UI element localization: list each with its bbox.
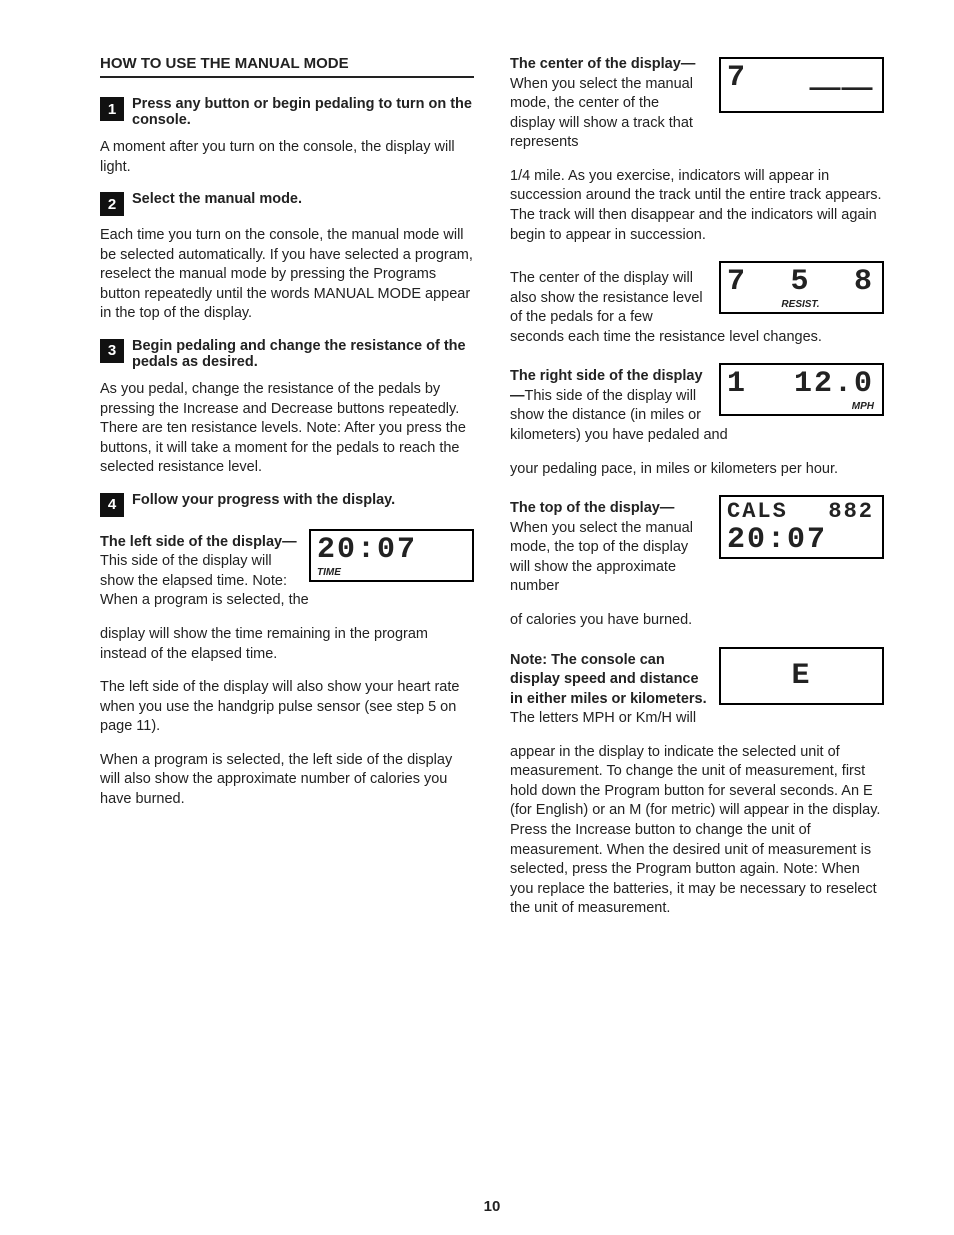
step-title: Select the manual mode. — [132, 191, 302, 207]
step-number-icon: 2 — [100, 192, 124, 216]
left-p2: The left side of the display will also s… — [100, 678, 474, 737]
lcd-cals-value: 882 — [828, 501, 874, 523]
lcd-resist-right: 8 — [854, 267, 874, 297]
lcd-resist-label: RESIST. — [727, 299, 874, 310]
step-text: As you pedal, change the resistance of t… — [100, 380, 474, 478]
lcd-resist-figure: 7 5 8 RESIST. — [719, 261, 884, 314]
step-number-icon: 1 — [100, 97, 124, 121]
step-title: Follow your progress with the display. — [132, 492, 395, 508]
step-title: Press any button or begin pedaling to tu… — [132, 96, 474, 128]
step-number-icon: 4 — [100, 493, 124, 517]
step-2: 2 Select the manual mode. — [100, 191, 474, 216]
left-side-after: display will show the time remaining in … — [100, 625, 474, 664]
left-side-body: This side of the display will show the e… — [100, 553, 309, 608]
lcd-track-right: ⸏⸏ — [810, 63, 874, 93]
lcd-resist-left: 7 — [727, 267, 747, 297]
top-after: of calories you have burned. — [510, 611, 884, 631]
step-number-icon: 3 — [100, 339, 124, 363]
top-lead: The top of the display— — [510, 500, 674, 516]
step-3: 3 Begin pedaling and change the resistan… — [100, 338, 474, 370]
lcd-time-value: 20:07 — [317, 535, 464, 565]
rightside-after: your pedaling pace, in miles or kilomete… — [510, 460, 884, 480]
lcd-time-label: TIME — [317, 567, 464, 578]
lcd-unit-figure: E — [719, 647, 884, 705]
page-number: 10 — [100, 1168, 884, 1235]
lcd-mph-right: 12.0 — [794, 369, 874, 399]
step-4: 4 Follow your progress with the display. — [100, 492, 474, 517]
step-title: Begin pedaling and change the resistance… — [132, 338, 474, 370]
lcd-cals-figure: CALS 882 20:07 — [719, 495, 884, 559]
lcd-track-left: 7 — [727, 63, 747, 93]
lcd-time-figure: 20:07 TIME — [309, 529, 474, 582]
section-heading: HOW TO USE THE MANUAL MODE — [100, 55, 474, 78]
center-lead: The center of the display— — [510, 56, 695, 72]
left-side-lead: The left side of the display— — [100, 534, 297, 550]
step-text: A moment after you turn on the console, … — [100, 138, 474, 177]
note-after: appear in the display to indicate the se… — [510, 743, 884, 919]
center-body: When you select the manual mode, the cen… — [510, 76, 693, 151]
note-body: The letters MPH or Km/H will — [510, 710, 696, 726]
center-after: 1/4 mile. As you exercise, indicators wi… — [510, 167, 884, 245]
note-lead: Note: The console can display speed and … — [510, 652, 707, 707]
step-1: 1 Press any button or begin pedaling to … — [100, 96, 474, 128]
rightside-body: This side of the display will show the d… — [510, 388, 728, 443]
lcd-track-figure: 7 ⸏⸏ — [719, 57, 884, 113]
left-p3: When a program is selected, the left sid… — [100, 751, 474, 810]
lcd-resist-mid: 5 — [790, 267, 810, 297]
lcd-mph-label: MPH — [727, 401, 874, 412]
step-text: Each time you turn on the console, the m… — [100, 226, 474, 324]
lcd-cals-time: 20:07 — [727, 525, 874, 555]
top-body: When you select the manual mode, the top… — [510, 520, 693, 595]
lcd-mph-figure: 1 12.0 MPH — [719, 363, 884, 416]
lcd-mph-left: 1 — [727, 369, 747, 399]
lcd-cals-label: CALS — [727, 501, 788, 523]
lcd-unit-value: E — [791, 659, 811, 693]
